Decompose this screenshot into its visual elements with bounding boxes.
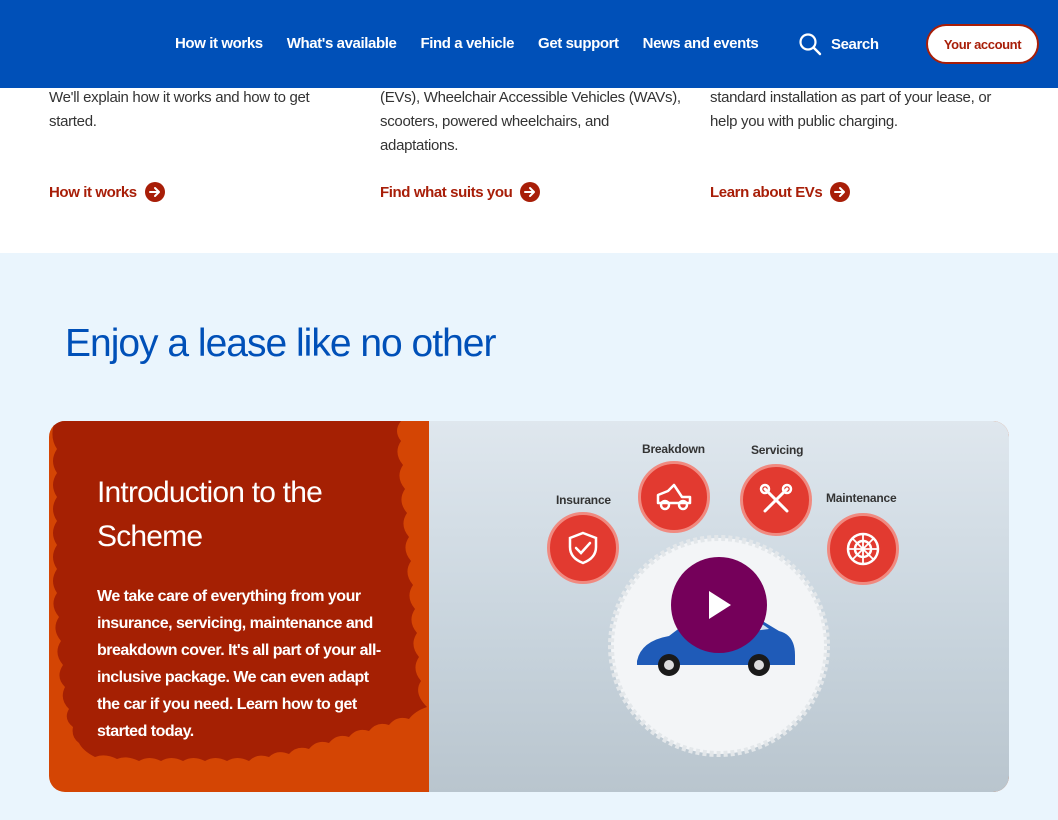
section-heading: Enjoy a lease like no other [65, 322, 496, 365]
nav-get-support[interactable]: Get support [538, 35, 619, 52]
learn-about-evs-link[interactable]: Learn about EVs [710, 182, 851, 202]
card-title: Introduction to the Scheme [97, 476, 323, 553]
play-icon [709, 591, 731, 619]
column-text: standard installation as part of your le… [710, 89, 992, 130]
feature-columns: We'll explain how it works and how to ge… [0, 88, 1058, 253]
intro-video-card: Introduction to the Scheme We take care … [49, 421, 1009, 792]
main-nav: How it works What's available Find a veh… [175, 35, 782, 52]
link-label: Learn about EVs [710, 183, 823, 201]
search-icon [799, 33, 822, 56]
search-label: Search [831, 35, 879, 53]
maintenance-wheel-icon [827, 513, 899, 585]
column-text: (EVs), Wheelchair Accessible Vehicles (W… [380, 89, 681, 154]
servicing-label: Servicing [751, 443, 804, 457]
column-text: We'll explain how it works and how to ge… [49, 89, 310, 130]
link-label: How it works [49, 183, 137, 201]
play-button[interactable] [671, 557, 767, 653]
search-button[interactable]: Search [798, 32, 879, 56]
arrow-right-icon [520, 182, 541, 202]
insurance-label: Insurance [556, 493, 611, 507]
site-header: How it works What's available Find a veh… [0, 0, 1058, 88]
video-player[interactable]: Insurance Breakdown Servicing Maintenanc… [429, 421, 1009, 792]
maintenance-label: Maintenance [826, 491, 897, 505]
how-it-works-link[interactable]: How it works [49, 182, 165, 202]
nav-news-and-events[interactable]: News and events [643, 35, 759, 52]
nav-whats-available[interactable]: What's available [287, 35, 397, 52]
column-whats-available: (EVs), Wheelchair Accessible Vehicles (W… [380, 86, 690, 158]
link-label: Find what suits you [380, 183, 513, 201]
arrow-right-icon [144, 182, 165, 202]
card-description: We take care of everything from your ins… [97, 588, 381, 740]
find-what-suits-you-link[interactable]: Find what suits you [380, 182, 541, 202]
arrow-right-icon [830, 182, 851, 202]
breakdown-label: Breakdown [642, 442, 705, 456]
your-account-button[interactable]: Your account [926, 24, 1039, 64]
card-text-panel: Introduction to the Scheme We take care … [49, 421, 429, 792]
insurance-shield-icon [547, 512, 619, 584]
breakdown-truck-icon [638, 461, 710, 533]
servicing-tools-icon [740, 464, 812, 536]
column-evs: standard installation as part of your le… [710, 86, 1010, 134]
column-how-it-works: We'll explain how it works and how to ge… [49, 86, 359, 134]
nav-how-it-works[interactable]: How it works [175, 35, 263, 52]
nav-find-a-vehicle[interactable]: Find a vehicle [420, 35, 514, 52]
